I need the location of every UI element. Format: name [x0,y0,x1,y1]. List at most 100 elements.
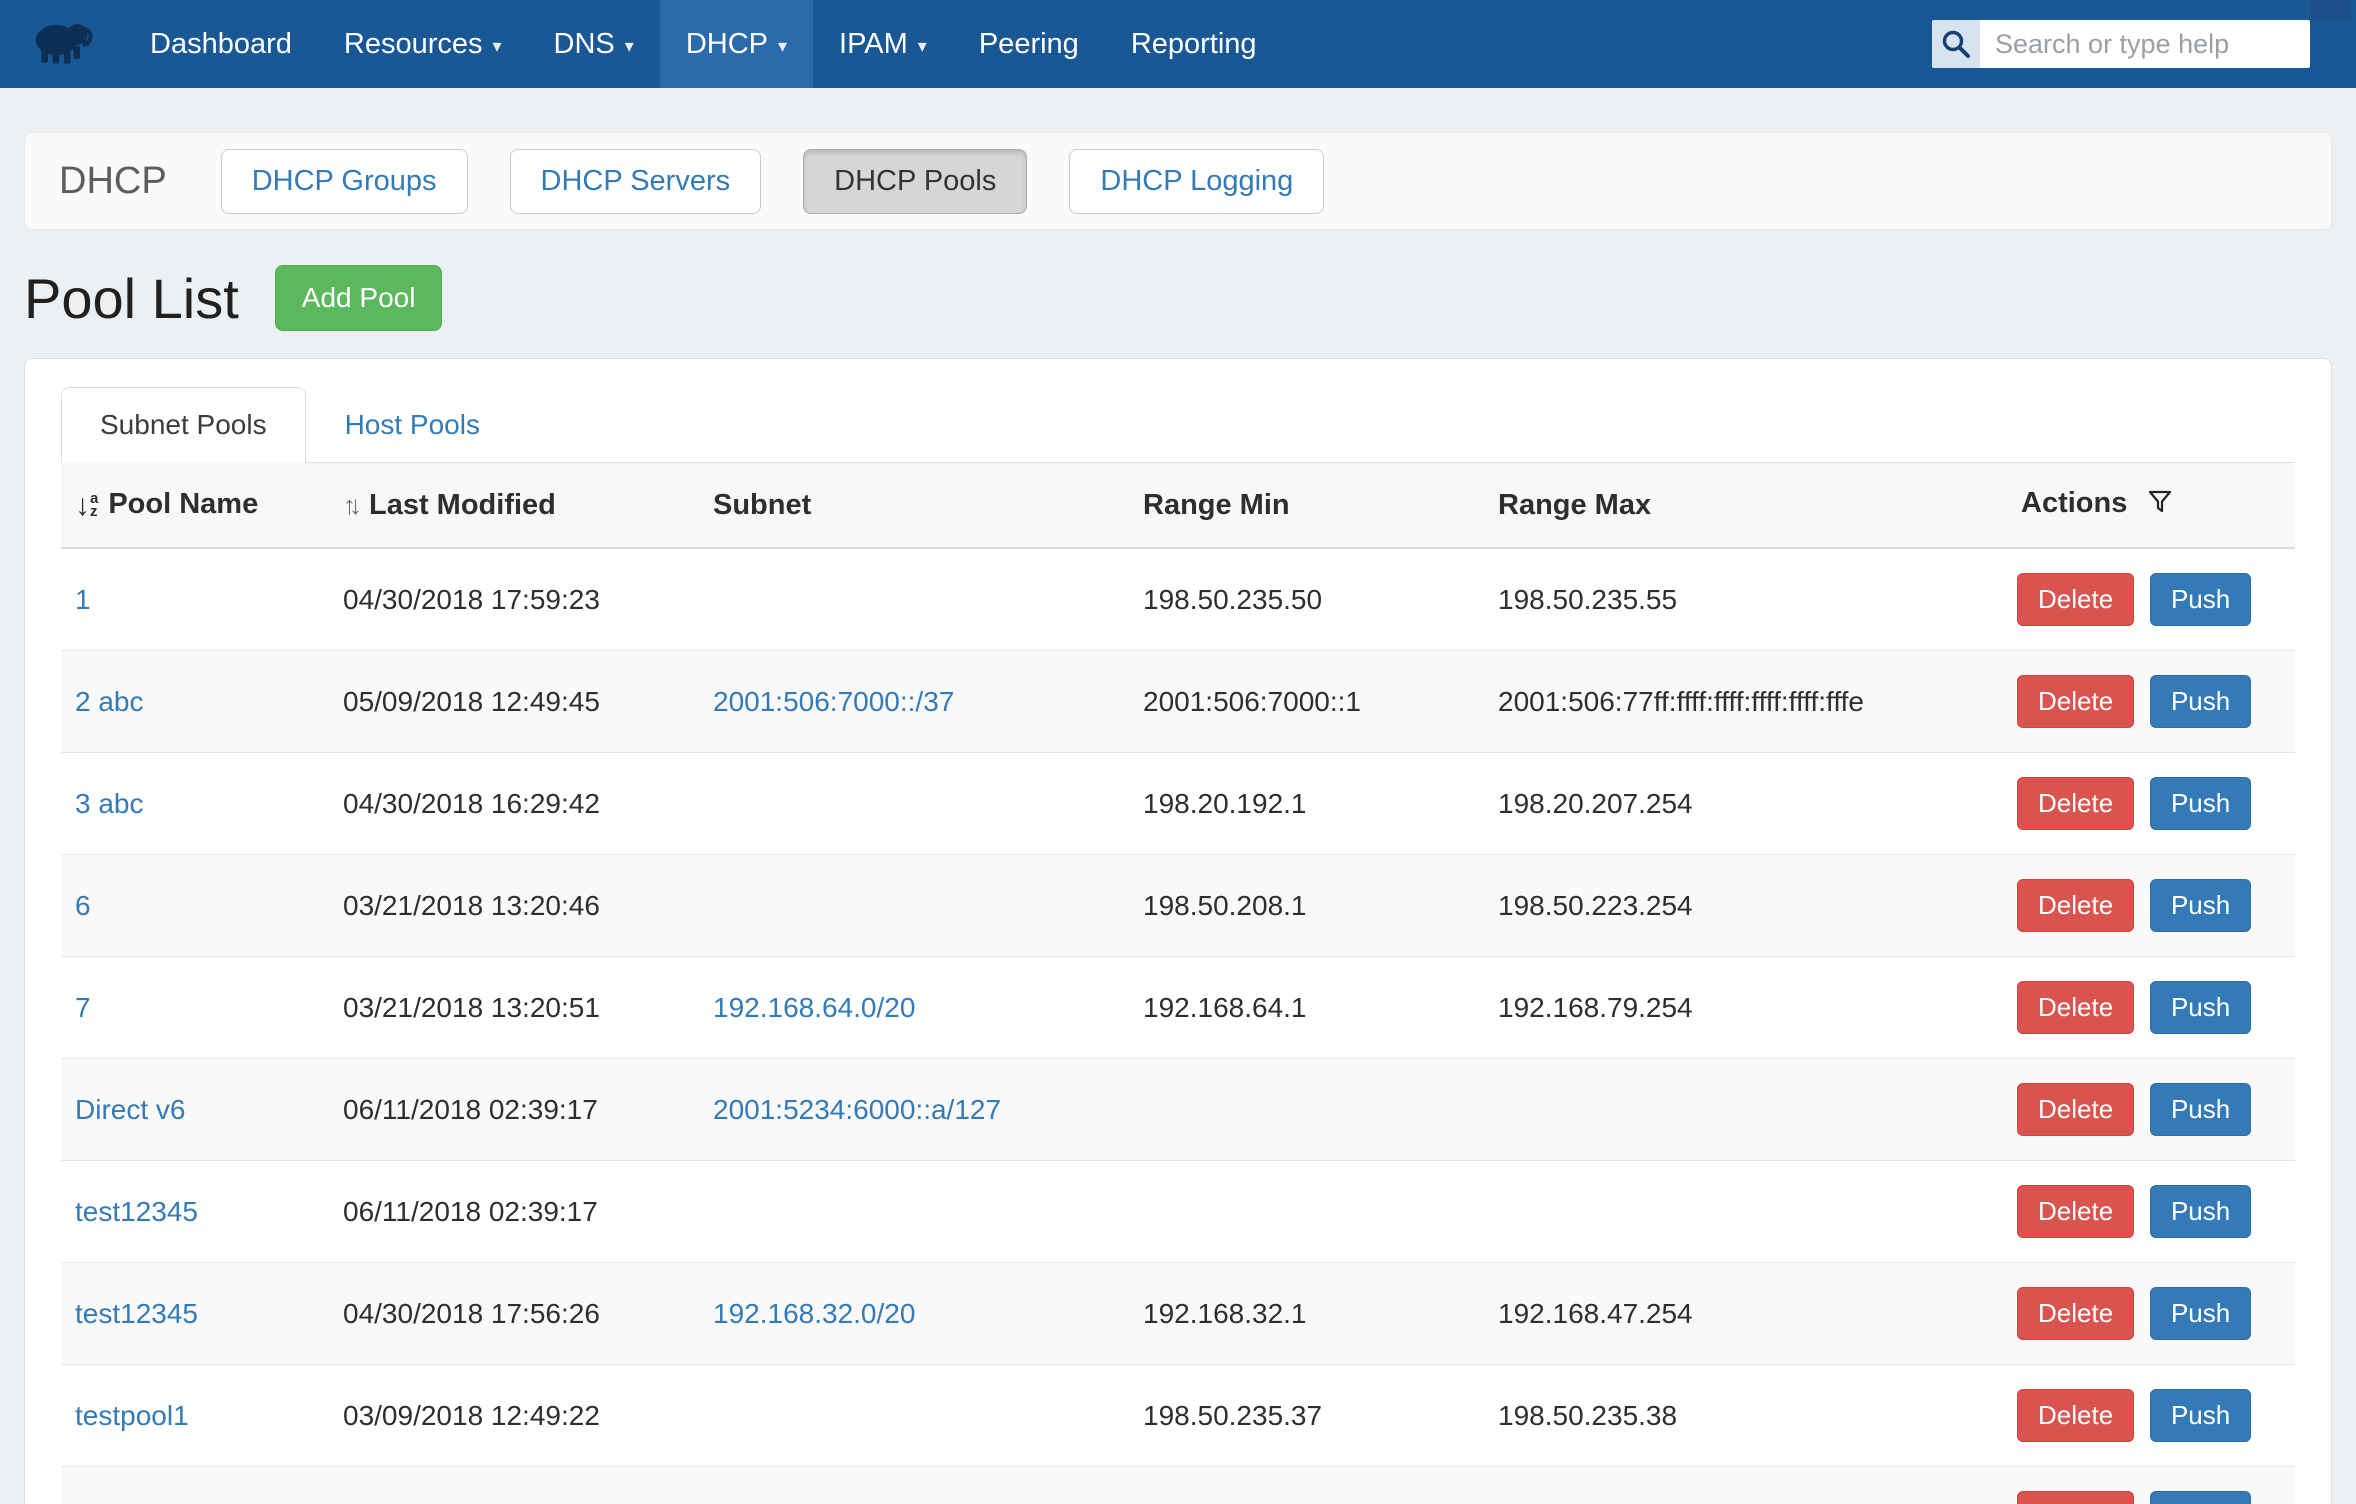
dhcp-subnav: DHCP DHCP Groups DHCP Servers DHCP Pools… [24,132,2332,230]
range-min-cell [1129,1161,1484,1263]
subnet-cell: 192.168.64.0/20 [699,957,1129,1059]
dhcp-servers-button[interactable]: DHCP Servers [510,149,762,214]
last-modified-cell: 06/11/2018 02:39:17 [329,1161,699,1263]
add-pool-button[interactable]: Add Pool [275,265,443,331]
col-header-subnet: Subnet [699,463,1129,548]
pool-name-link[interactable]: 6 [75,890,91,921]
range-min-cell [1129,1059,1484,1161]
last-modified-cell: 03/21/2018 13:20:46 [329,855,699,957]
push-button[interactable]: Push [2150,1287,2251,1340]
dhcp-groups-button[interactable]: DHCP Groups [221,149,468,214]
tab-host-pools[interactable]: Host Pools [306,387,519,463]
range-max-cell: 198.20.207.254 [1484,753,2007,855]
actions-cell: Delete Push [2007,651,2295,753]
pool-name-link[interactable]: 1 [75,584,91,615]
pool-name-link[interactable]: test12345 [75,1298,198,1329]
nav-item-dhcp[interactable]: DHCP ▾ [660,0,813,88]
nav-item-dns[interactable]: DNS ▾ [528,0,660,88]
subnet-cell [699,855,1129,957]
range-max-cell: 198.50.235.55 [1484,548,2007,651]
range-min-cell: 198.50.235.50 [1129,548,1484,651]
col-label: Pool Name [108,488,258,520]
subnet-link[interactable]: 192.168.64.0/20 [713,992,915,1023]
pool-table: ↓ az Pool Name ↑↓Last Modified Subnet Ra… [61,463,2295,1504]
delete-button[interactable]: Delete [2017,1389,2134,1442]
nav-item-reporting[interactable]: Reporting [1105,0,1283,88]
range-min-cell: 198.50.235.29 [1129,1467,1484,1504]
pool-name-link[interactable]: 7 [75,992,91,1023]
actions-cell: Delete Push [2007,1365,2295,1467]
push-button[interactable]: Push [2150,777,2251,830]
subnet-link[interactable]: 2001:506:7000::/37 [713,686,954,717]
filter-funnel-icon[interactable] [2139,490,2173,522]
push-button[interactable]: Push [2150,981,2251,1034]
subnet-cell: 192.168.32.0/20 [699,1263,1129,1365]
pool-name-link[interactable]: testpool1 [75,1400,189,1431]
delete-button[interactable]: Delete [2017,879,2134,932]
actions-cell: Delete Push [2007,753,2295,855]
push-button[interactable]: Push [2150,1491,2251,1504]
pool-name-link[interactable]: test12345 [75,1196,198,1227]
page-title: Pool List [24,266,239,331]
range-max-cell: 198.50.235.38 [1484,1365,2007,1467]
dhcp-pools-button[interactable]: DHCP Pools [803,149,1027,214]
nav-item-resources[interactable]: Resources ▾ [318,0,528,88]
nav-label: Peering [979,28,1079,61]
nav-item-peering[interactable]: Peering [953,0,1105,88]
col-header-pool-name[interactable]: ↓ az Pool Name [61,463,329,548]
subnet-cell [699,1467,1129,1504]
dhcp-logging-button[interactable]: DHCP Logging [1069,149,1324,214]
pool-name-cell: 1 [61,548,329,651]
delete-button[interactable]: Delete [2017,573,2134,626]
push-button[interactable]: Push [2150,1389,2251,1442]
delete-button[interactable]: Delete [2017,1287,2134,1340]
pool-name-cell: 2 abc [61,651,329,753]
range-max-cell: 192.168.79.254 [1484,957,2007,1059]
delete-button[interactable]: Delete [2017,777,2134,830]
subnet-cell: 2001:506:7000::/37 [699,651,1129,753]
delete-button[interactable]: Delete [2017,1083,2134,1136]
pool-table-body: 1 04/30/2018 17:59:23 198.50.235.50 198.… [61,548,2295,1504]
last-modified-cell: 04/30/2018 17:59:23 [329,548,699,651]
col-header-actions: Actions [2007,463,2295,548]
main-nav: Dashboard Resources ▾ DNS ▾ DHCP ▾ IPAM … [124,0,1283,88]
chevron-down-icon: ▾ [625,36,634,57]
pool-name-link[interactable]: Direct v6 [75,1094,185,1125]
actions-cell: Delete Push [2007,548,2295,651]
chevron-down-icon: ▾ [493,36,502,57]
actions-cell: Delete Push [2007,855,2295,957]
subnet-link[interactable]: 192.168.32.0/20 [713,1298,915,1329]
push-button[interactable]: Push [2150,573,2251,626]
push-button[interactable]: Push [2150,675,2251,728]
subnet-cell [699,1161,1129,1263]
search-input[interactable] [1980,20,2310,68]
search-icon[interactable] [1932,20,1980,68]
push-button[interactable]: Push [2150,1083,2251,1136]
provision-logo[interactable] [0,0,124,88]
corner-badge [2310,0,2350,20]
delete-button[interactable]: Delete [2017,981,2134,1034]
nav-item-ipam[interactable]: IPAM ▾ [813,0,953,88]
subnet-link[interactable]: 2001:5234:6000::a/127 [713,1094,1001,1125]
page-head: Pool List Add Pool [24,266,2332,330]
col-header-last-modified[interactable]: ↑↓Last Modified [329,463,699,548]
pool-name-cell: 6 [61,855,329,957]
nav-label: Resources [344,28,483,61]
pool-name-cell: test12345 [61,1161,329,1263]
table-row: test12345 04/30/2018 17:56:26 192.168.32… [61,1263,2295,1365]
last-modified-cell: 03/21/2018 13:20:51 [329,957,699,1059]
tab-subnet-pools[interactable]: Subnet Pools [61,387,306,463]
pool-name-link[interactable]: 3 abc [75,788,144,819]
range-min-cell: 2001:506:7000::1 [1129,651,1484,753]
nav-item-dashboard[interactable]: Dashboard [124,0,318,88]
pool-name-link[interactable]: 2 abc [75,686,144,717]
push-button[interactable]: Push [2150,879,2251,932]
delete-button[interactable]: Delete [2017,1491,2134,1504]
table-row: 3 abc 04/30/2018 16:29:42 198.20.192.1 1… [61,753,2295,855]
table-header-row: ↓ az Pool Name ↑↓Last Modified Subnet Ra… [61,463,2295,548]
subnet-cell [699,753,1129,855]
delete-button[interactable]: Delete [2017,675,2134,728]
delete-button[interactable]: Delete [2017,1185,2134,1238]
col-label: Last Modified [369,489,556,521]
push-button[interactable]: Push [2150,1185,2251,1238]
